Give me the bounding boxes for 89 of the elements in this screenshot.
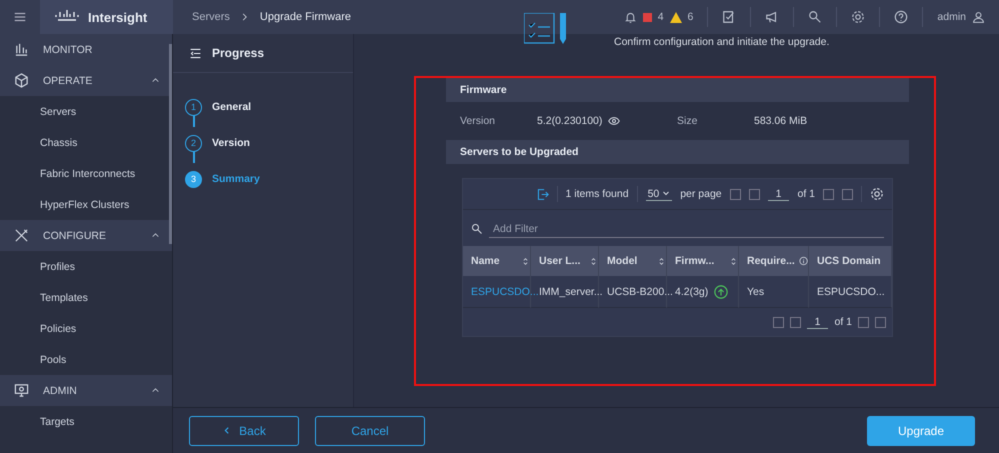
nav-section[interactable]: CONFIGURE — [0, 220, 172, 251]
chevron-down-icon — [662, 188, 670, 196]
nav-item[interactable]: Policies — [0, 313, 172, 344]
sort-icon — [657, 256, 666, 266]
breadcrumb-link[interactable]: Servers — [192, 11, 230, 23]
nav-section[interactable]: ADMIN — [0, 375, 172, 406]
field-value: 5.2(0.230100) — [537, 115, 602, 127]
eye-icon[interactable] — [608, 115, 620, 127]
nav-item[interactable]: HyperFlex Clusters — [0, 189, 172, 220]
field-label: Version — [460, 115, 496, 127]
field-label: Size — [677, 115, 698, 127]
nav-item[interactable]: Profiles — [0, 251, 172, 282]
page-field[interactable]: 1 — [768, 188, 790, 200]
brand-name: Intersight — [88, 10, 148, 24]
items-count: 1 items found — [566, 188, 629, 200]
last-page-button[interactable] — [842, 188, 853, 200]
column-header[interactable]: UCS Domain — [809, 246, 892, 276]
settings-icon — [851, 10, 866, 24]
error-icon — [642, 12, 652, 22]
step-number: 3 — [185, 170, 202, 188]
nav-item[interactable]: Targets — [0, 406, 172, 437]
step-label[interactable]: Summary — [212, 173, 260, 185]
section-header: Servers to be Upgraded — [446, 140, 909, 164]
filter-field[interactable]: Add Filter — [489, 220, 884, 238]
per-page-label: per page — [680, 188, 722, 200]
bar-chart-icon — [14, 42, 29, 57]
export-icon — [536, 188, 549, 200]
search-icon — [808, 10, 822, 24]
first-page-button[interactable] — [730, 188, 741, 200]
search-icon — [471, 223, 483, 235]
step-number: 2 — [185, 134, 202, 152]
next-page-button[interactable] — [823, 188, 834, 200]
table-cell: UCSB-B200... — [607, 286, 673, 298]
page-total: of 1 — [834, 316, 852, 328]
step-number: 1 — [185, 98, 202, 116]
first-page-button[interactable] — [772, 316, 784, 328]
nav-section[interactable]: OPERATE — [0, 65, 172, 96]
warning-count: 6 — [688, 11, 694, 23]
sort-icon — [729, 256, 738, 266]
help-icon — [894, 10, 908, 24]
page-field[interactable]: 1 — [806, 316, 828, 328]
column-header[interactable]: User L... — [531, 246, 599, 276]
panel-title: Progress — [212, 46, 264, 60]
page-total: of 1 — [797, 188, 815, 200]
monitor-gear-icon — [14, 383, 29, 398]
column-header[interactable]: Model — [599, 246, 667, 276]
step-label[interactable]: General — [212, 101, 252, 113]
scrollbar[interactable] — [169, 44, 172, 244]
table-cell: IMM_server... — [539, 286, 603, 298]
user-icon — [972, 10, 985, 24]
field-value: 583.06 MiB — [754, 115, 808, 127]
user-name[interactable]: admin — [937, 11, 966, 23]
table-cell: Yes — [747, 286, 764, 298]
description-text: Confirm configuration and initiate the upgrade. — [614, 36, 830, 48]
error-count: 4 — [658, 11, 664, 23]
menu-icon — [13, 10, 27, 24]
sort-icon — [589, 256, 598, 266]
warning-icon — [670, 12, 682, 22]
nav-section[interactable]: MONITOR — [0, 34, 172, 65]
table-cell: 4.2(3g) — [675, 286, 708, 298]
last-page-button[interactable] — [875, 316, 886, 328]
back-button[interactable]: Back — [189, 416, 299, 446]
nav-item[interactable]: Pools — [0, 344, 172, 375]
bell-icon — [624, 10, 637, 24]
prev-page-button[interactable] — [748, 188, 760, 200]
prev-page-button[interactable] — [790, 316, 801, 328]
column-header[interactable]: Require... — [739, 246, 809, 276]
column-header[interactable]: Firmw... — [667, 246, 739, 276]
settings-icon — [870, 187, 884, 201]
sort-icon — [521, 256, 530, 266]
nav-item[interactable]: Servers — [0, 96, 172, 127]
chevron-left-icon — [222, 426, 232, 436]
nav-item[interactable]: Fabric Interconnects — [0, 158, 172, 189]
next-page-button[interactable] — [858, 316, 869, 328]
checklist-icon — [722, 10, 736, 24]
info-icon — [798, 256, 808, 266]
section-header: Firmware — [446, 78, 909, 102]
column-header[interactable]: Name — [463, 246, 531, 276]
cancel-button[interactable]: Cancel — [315, 416, 425, 446]
server-link[interactable]: ESPUCSDO... — [471, 286, 539, 298]
page-title: Upgrade Firmware — [260, 11, 351, 23]
collapse-icon — [189, 46, 202, 60]
table-cell: ESPUCSDO... — [817, 286, 885, 298]
nav-item[interactable]: Chassis — [0, 127, 172, 158]
nav-item[interactable]: Templates — [0, 282, 172, 313]
step-label[interactable]: Version — [212, 137, 250, 149]
tools-icon — [14, 228, 29, 243]
cube-icon — [14, 73, 29, 88]
per-page-dropdown[interactable]: 50 — [646, 188, 672, 200]
